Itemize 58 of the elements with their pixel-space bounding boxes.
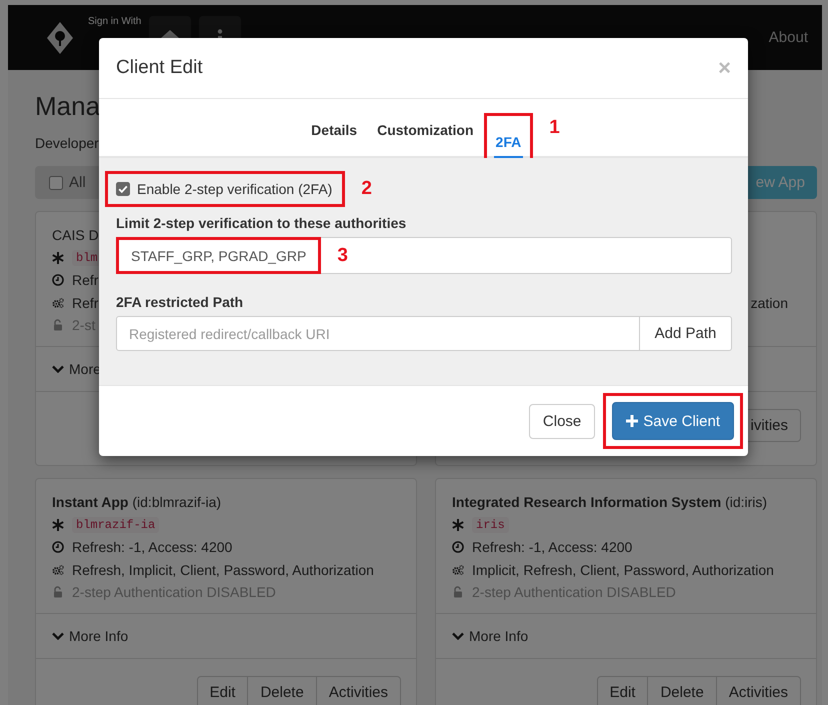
page-title: Mana xyxy=(35,90,100,123)
checkbox[interactable] xyxy=(49,176,63,190)
card-action-button[interactable]: Activities xyxy=(716,676,801,705)
card-text: Implicit, Refresh, Client, Password, Authorization xyxy=(472,562,774,578)
card-text: Refresh: -1, Access: 4200 xyxy=(72,539,232,556)
checkbox[interactable] xyxy=(116,182,130,196)
unlocked-lock-icon xyxy=(452,586,464,598)
path-input[interactable]: Registered redirect/callback URI xyxy=(116,316,640,351)
card-text: Refresh, Implicit, Client, Password, Authorization xyxy=(72,562,374,578)
add-path-button[interactable]: Add Path xyxy=(640,316,732,351)
checkbox-label: Enable 2-step verification (2FA) xyxy=(137,181,332,197)
chevron-down-icon xyxy=(452,632,464,640)
more-info-link[interactable]: More Info xyxy=(469,628,528,644)
close-dialog-button[interactable]: Close xyxy=(528,404,596,438)
annotation-number: 2 xyxy=(361,178,372,200)
more-info-link[interactable]: More xyxy=(69,360,101,376)
app-title: CAIS D xyxy=(52,227,99,244)
card-action-button[interactable]: Edit xyxy=(596,676,648,705)
card-text: Refr xyxy=(72,272,98,288)
clock-icon xyxy=(452,541,464,554)
chevron-down-icon xyxy=(52,364,64,372)
authorities-field[interactable]: STAFF_GRP, PGRAD_GRP 3 xyxy=(116,237,732,274)
card-text: Refr xyxy=(72,294,98,311)
client-id: blmrazif-ia xyxy=(72,516,160,533)
clock-icon xyxy=(52,541,64,554)
asterisk-icon xyxy=(52,518,64,531)
clock-icon xyxy=(52,274,64,286)
client-id: blm xyxy=(72,250,102,266)
client-id: iris xyxy=(472,516,509,533)
more-info-link[interactable]: More Info xyxy=(69,628,128,644)
logo-icon xyxy=(47,22,73,54)
save-button[interactable]: Save Client xyxy=(612,402,734,440)
unlocked-lock-icon xyxy=(52,319,64,332)
gears-icon xyxy=(52,296,64,309)
card-action-button[interactable]: Edit xyxy=(196,676,248,705)
annotation-number: 1 xyxy=(549,116,560,138)
annotation-number: 3 xyxy=(337,244,348,266)
field-label: Limit 2-step verification to these authorities xyxy=(116,214,408,233)
app-title: Instant App (id:blmrazif-ia) xyxy=(52,494,222,510)
asterisk-icon xyxy=(52,252,64,264)
field-value: STAFF_GRP, PGRAD_GRP xyxy=(131,248,306,264)
sign-in-label: Sign in With xyxy=(88,16,142,28)
gears-icon xyxy=(452,564,464,576)
modal-title: Client Edit xyxy=(116,57,203,79)
gears-icon xyxy=(52,564,64,576)
nav-link[interactable]: About xyxy=(746,29,808,46)
field-label: 2FA restricted Path xyxy=(116,293,244,312)
card-text: zation xyxy=(750,294,788,311)
asterisk-icon xyxy=(452,518,464,531)
plus-icon xyxy=(626,415,638,427)
chevron-down-icon xyxy=(52,632,64,640)
tab[interactable]: Details xyxy=(301,112,368,156)
tab[interactable]: Customization xyxy=(367,112,484,156)
app-title: Integrated Research Information System (id:iris) xyxy=(452,494,768,510)
card-action-button[interactable]: Activities xyxy=(316,676,401,705)
unlocked-lock-icon xyxy=(52,586,64,598)
page-subtitle: Developer xyxy=(35,134,99,152)
card-text: Refresh: -1, Access: 4200 xyxy=(472,539,632,556)
